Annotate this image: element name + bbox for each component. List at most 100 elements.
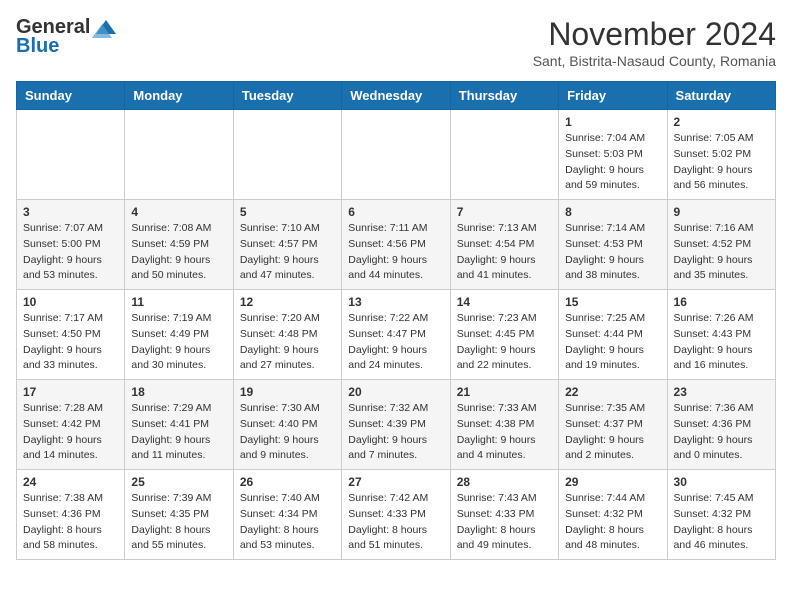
day-number: 30 (674, 475, 769, 489)
day-info: Sunrise: 7:05 AM Sunset: 5:02 PM Dayligh… (674, 131, 769, 194)
calendar-cell: 9 Sunrise: 7:16 AM Sunset: 4:52 PM Daylig… (667, 200, 775, 290)
day-info: Sunrise: 7:14 AM Sunset: 4:53 PM Dayligh… (565, 221, 660, 284)
day-number: 4 (131, 205, 226, 219)
calendar-cell: 25 Sunrise: 7:39 AM Sunset: 4:35 PM Dayli… (125, 470, 233, 560)
day-info: Sunrise: 7:29 AM Sunset: 4:41 PM Dayligh… (131, 401, 226, 464)
calendar-week-row: 17 Sunrise: 7:28 AM Sunset: 4:42 PM Dayli… (17, 380, 776, 470)
calendar-cell (125, 110, 233, 200)
day-info: Sunrise: 7:10 AM Sunset: 4:57 PM Dayligh… (240, 221, 335, 284)
day-number: 20 (348, 385, 443, 399)
day-info: Sunrise: 7:42 AM Sunset: 4:33 PM Dayligh… (348, 491, 443, 554)
day-info: Sunrise: 7:04 AM Sunset: 5:03 PM Dayligh… (565, 131, 660, 194)
calendar-cell (17, 110, 125, 200)
day-info: Sunrise: 7:11 AM Sunset: 4:56 PM Dayligh… (348, 221, 443, 284)
day-info: Sunrise: 7:36 AM Sunset: 4:36 PM Dayligh… (674, 401, 769, 464)
calendar-cell: 17 Sunrise: 7:28 AM Sunset: 4:42 PM Dayli… (17, 380, 125, 470)
calendar-cell: 12 Sunrise: 7:20 AM Sunset: 4:48 PM Dayli… (233, 290, 341, 380)
day-number: 9 (674, 205, 769, 219)
calendar-cell: 29 Sunrise: 7:44 AM Sunset: 4:32 PM Dayli… (559, 470, 667, 560)
day-number: 14 (457, 295, 552, 309)
calendar-cell: 4 Sunrise: 7:08 AM Sunset: 4:59 PM Daylig… (125, 200, 233, 290)
day-info: Sunrise: 7:44 AM Sunset: 4:32 PM Dayligh… (565, 491, 660, 554)
day-number: 18 (131, 385, 226, 399)
day-info: Sunrise: 7:35 AM Sunset: 4:37 PM Dayligh… (565, 401, 660, 464)
weekday-header-wednesday: Wednesday (342, 82, 450, 110)
day-number: 23 (674, 385, 769, 399)
day-number: 25 (131, 475, 226, 489)
calendar-cell: 8 Sunrise: 7:14 AM Sunset: 4:53 PM Daylig… (559, 200, 667, 290)
calendar-week-row: 3 Sunrise: 7:07 AM Sunset: 5:00 PM Daylig… (17, 200, 776, 290)
calendar-week-row: 1 Sunrise: 7:04 AM Sunset: 5:03 PM Daylig… (17, 110, 776, 200)
day-info: Sunrise: 7:20 AM Sunset: 4:48 PM Dayligh… (240, 311, 335, 374)
day-number: 3 (23, 205, 118, 219)
day-number: 7 (457, 205, 552, 219)
day-info: Sunrise: 7:30 AM Sunset: 4:40 PM Dayligh… (240, 401, 335, 464)
calendar-cell: 3 Sunrise: 7:07 AM Sunset: 5:00 PM Daylig… (17, 200, 125, 290)
day-number: 28 (457, 475, 552, 489)
day-info: Sunrise: 7:17 AM Sunset: 4:50 PM Dayligh… (23, 311, 118, 374)
day-number: 19 (240, 385, 335, 399)
day-number: 6 (348, 205, 443, 219)
day-number: 11 (131, 295, 226, 309)
day-info: Sunrise: 7:39 AM Sunset: 4:35 PM Dayligh… (131, 491, 226, 554)
logo-icon (92, 18, 120, 38)
day-info: Sunrise: 7:19 AM Sunset: 4:49 PM Dayligh… (131, 311, 226, 374)
calendar-cell (450, 110, 558, 200)
day-info: Sunrise: 7:07 AM Sunset: 5:00 PM Dayligh… (23, 221, 118, 284)
calendar-cell (233, 110, 341, 200)
calendar-cell: 11 Sunrise: 7:19 AM Sunset: 4:49 PM Dayli… (125, 290, 233, 380)
title-section: November 2024 Sant, Bistrita-Nasaud Coun… (533, 16, 776, 69)
day-info: Sunrise: 7:40 AM Sunset: 4:34 PM Dayligh… (240, 491, 335, 554)
day-number: 15 (565, 295, 660, 309)
calendar-cell: 14Sunrise: 7:23 AM Sunset: 4:45 PM Dayli… (450, 290, 558, 380)
calendar-cell: 5 Sunrise: 7:10 AM Sunset: 4:57 PM Daylig… (233, 200, 341, 290)
day-info: Sunrise: 7:33 AM Sunset: 4:38 PM Dayligh… (457, 401, 552, 464)
day-number: 13 (348, 295, 443, 309)
day-info: Sunrise: 7:32 AM Sunset: 4:39 PM Dayligh… (348, 401, 443, 464)
day-info: Sunrise: 7:45 AM Sunset: 4:32 PM Dayligh… (674, 491, 769, 554)
calendar-cell: 20 Sunrise: 7:32 AM Sunset: 4:39 PM Dayli… (342, 380, 450, 470)
day-info: Sunrise: 7:25 AM Sunset: 4:44 PM Dayligh… (565, 311, 660, 374)
calendar-cell (342, 110, 450, 200)
weekday-header-saturday: Saturday (667, 82, 775, 110)
calendar-cell: 21 Sunrise: 7:33 AM Sunset: 4:38 PM Dayli… (450, 380, 558, 470)
day-number: 21 (457, 385, 552, 399)
logo: General Blue (16, 16, 120, 58)
page-header: General Blue November 2024 Sant, Bistrit… (16, 16, 776, 69)
weekday-header-sunday: Sunday (17, 82, 125, 110)
calendar-cell: 15 Sunrise: 7:25 AM Sunset: 4:44 PM Dayli… (559, 290, 667, 380)
calendar-cell: 23 Sunrise: 7:36 AM Sunset: 4:36 PM Dayli… (667, 380, 775, 470)
calendar-cell: 18 Sunrise: 7:29 AM Sunset: 4:41 PM Dayli… (125, 380, 233, 470)
day-info: Sunrise: 7:16 AM Sunset: 4:52 PM Dayligh… (674, 221, 769, 284)
calendar-cell: 24 Sunrise: 7:38 AM Sunset: 4:36 PM Dayli… (17, 470, 125, 560)
day-number: 2 (674, 115, 769, 129)
day-number: 12 (240, 295, 335, 309)
calendar-cell: 19 Sunrise: 7:30 AM Sunset: 4:40 PM Dayli… (233, 380, 341, 470)
calendar-cell: 30 Sunrise: 7:45 AM Sunset: 4:32 PM Dayli… (667, 470, 775, 560)
day-info: Sunrise: 7:28 AM Sunset: 4:42 PM Dayligh… (23, 401, 118, 464)
day-number: 8 (565, 205, 660, 219)
calendar-cell: 7Sunrise: 7:13 AM Sunset: 4:54 PM Daylig… (450, 200, 558, 290)
weekday-header-thursday: Thursday (450, 82, 558, 110)
day-number: 24 (23, 475, 118, 489)
day-number: 1 (565, 115, 660, 129)
calendar-cell: 2 Sunrise: 7:05 AM Sunset: 5:02 PM Daylig… (667, 110, 775, 200)
calendar-header-row: SundayMondayTuesdayWednesdayThursdayFrid… (17, 82, 776, 110)
day-number: 27 (348, 475, 443, 489)
day-number: 5 (240, 205, 335, 219)
day-number: 17 (23, 385, 118, 399)
calendar: SundayMondayTuesdayWednesdayThursdayFrid… (16, 81, 776, 560)
calendar-cell: 13 Sunrise: 7:22 AM Sunset: 4:47 PM Dayli… (342, 290, 450, 380)
calendar-cell: 27 Sunrise: 7:42 AM Sunset: 4:33 PM Dayli… (342, 470, 450, 560)
day-number: 16 (674, 295, 769, 309)
month-title: November 2024 (533, 16, 776, 53)
calendar-cell: 22Sunrise: 7:35 AM Sunset: 4:37 PM Dayli… (559, 380, 667, 470)
calendar-cell: 6 Sunrise: 7:11 AM Sunset: 4:56 PM Daylig… (342, 200, 450, 290)
day-info: Sunrise: 7:22 AM Sunset: 4:47 PM Dayligh… (348, 311, 443, 374)
day-number: 29 (565, 475, 660, 489)
day-info: Sunrise: 7:38 AM Sunset: 4:36 PM Dayligh… (23, 491, 118, 554)
day-number: 26 (240, 475, 335, 489)
day-info: Sunrise: 7:26 AM Sunset: 4:43 PM Dayligh… (674, 311, 769, 374)
day-info: Sunrise: 7:08 AM Sunset: 4:59 PM Dayligh… (131, 221, 226, 284)
location: Sant, Bistrita-Nasaud County, Romania (533, 53, 776, 69)
